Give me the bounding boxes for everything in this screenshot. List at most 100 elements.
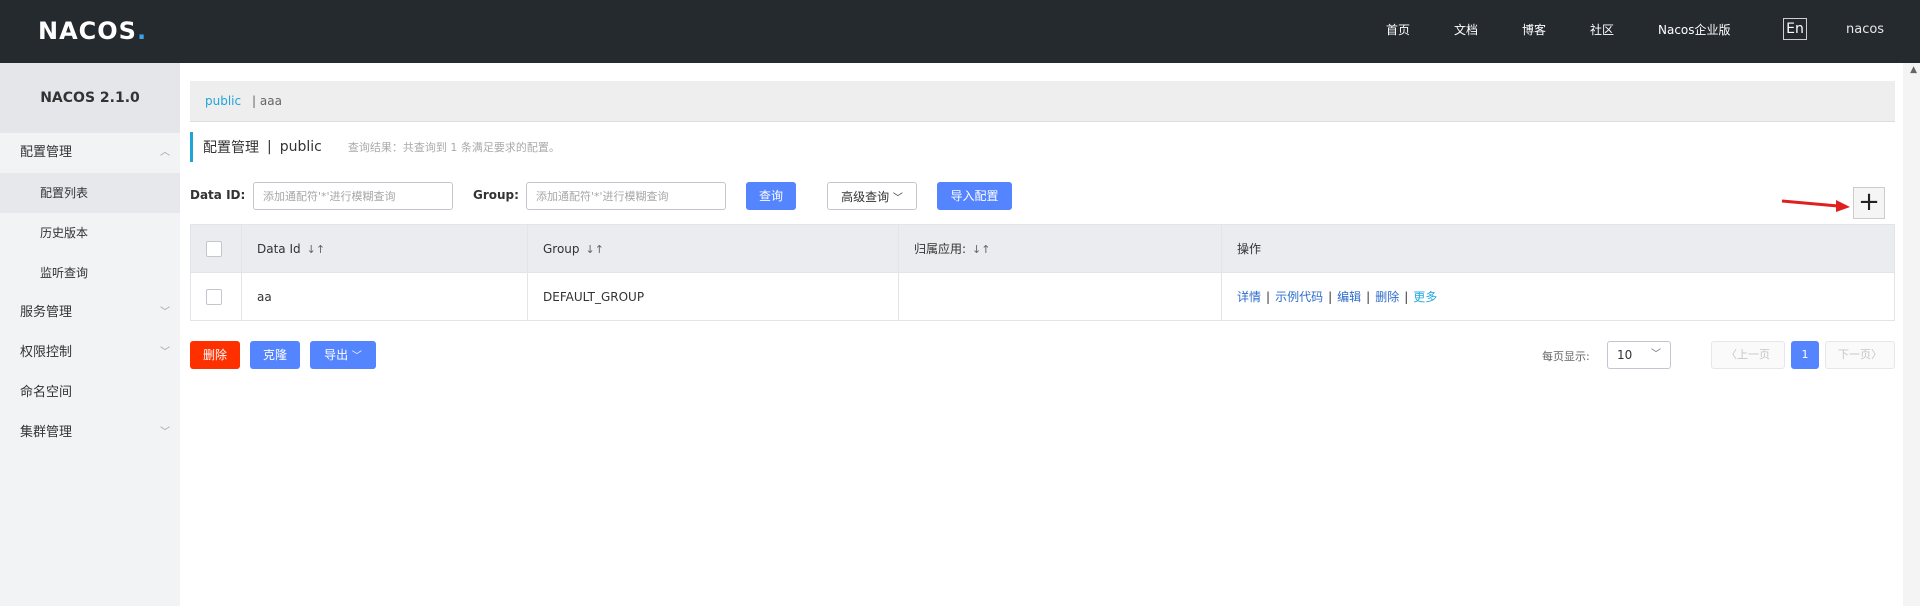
nav-home[interactable]: 首页 [1386,21,1410,38]
page-title: 配置管理 | public 查询结果：共查询到 1 条满足要求的配置。 [190,132,560,162]
page-title-text: 配置管理 [203,140,259,156]
page-size-label: 每页显示: [1542,350,1590,363]
sidebar-item-label: 集群管理 [20,425,73,440]
nav-community[interactable]: 社区 [1590,21,1614,38]
more-link[interactable]: 更多 [1413,290,1437,304]
chevron-down-icon: ﹀ [351,351,362,362]
sidebar-item-label: 配置列表 [40,186,89,200]
table-header-row: Data Id ↓↑ Group ↓↑ 归属应用: ↓↑ 操作 [190,224,1895,273]
chevron-down-icon: ﹀ [160,427,170,438]
next-page-button[interactable]: 下一页〉 [1825,341,1895,369]
nav-enterprise[interactable]: Nacos企业版 [1658,21,1731,38]
logo-text: NACOS [38,17,137,45]
logo-dot: . [136,17,148,45]
sidebar-item-history[interactable]: 历史版本 [0,213,180,253]
page-number-current[interactable]: 1 [1791,341,1819,369]
dataid-search-input[interactable] [253,182,453,210]
add-config-button[interactable]: + [1853,187,1885,219]
group-search-input[interactable] [526,182,726,210]
sidebar-version-title: NACOS 2.1.0 [0,63,180,133]
edit-link[interactable]: 编辑 [1337,290,1361,304]
column-label: Group [543,241,580,256]
nav-docs[interactable]: 文档 [1454,21,1478,38]
sidebar-item-service-management[interactable]: 服务管理 ﹀ [0,293,180,333]
sidebar: NACOS 2.1.0 配置管理 ︿ 配置列表 历史版本 监听查询 服务管理 ﹀… [0,63,180,606]
column-label: 归属应用: [914,242,967,256]
prev-page-label: 上一页 [1737,348,1770,361]
advanced-query-label: 高级查询 [841,190,890,204]
batch-delete-button[interactable]: 删除 [190,341,240,369]
nav-blog[interactable]: 博客 [1522,21,1546,38]
advanced-query-button[interactable]: 高级查询 ﹀ [827,182,917,210]
scroll-up-arrow-icon[interactable]: ▲ [1910,65,1917,75]
page-size-select[interactable]: 10 ﹀ [1607,341,1671,369]
next-page-label: 下一页 [1838,348,1871,361]
query-result-text: 查询结果：共查询到 1 条满足要求的配置。 [347,141,560,154]
column-header-app[interactable]: 归属应用: ↓↑ [898,224,1222,273]
column-header-dataid[interactable]: Data Id ↓↑ [241,224,528,273]
sidebar-item-listener-query[interactable]: 监听查询 [0,253,180,293]
sample-code-link[interactable]: 示例代码 [1275,290,1323,304]
cell-app [898,272,1222,321]
sidebar-item-label: 监听查询 [40,266,89,280]
column-label: Data Id [257,241,301,256]
dataid-label: Data ID: [190,188,246,202]
cell-dataid: aa [241,272,528,321]
config-table: Data Id ↓↑ Group ↓↑ 归属应用: ↓↑ 操作 aa DEFAULT_… [190,224,1895,321]
page-size-value: 10 [1617,348,1633,362]
sidebar-item-config-list[interactable]: 配置列表 [0,173,180,213]
sort-icon[interactable]: ↓↑ [972,243,990,256]
red-arrow-annotation [1781,199,1850,212]
top-navbar: NACOS. 首页 文档 博客 社区 Nacos企业版 En nacos [0,0,1920,63]
namespace-aaa[interactable]: | aaa [252,94,282,108]
table-row: aa DEFAULT_GROUP 详情 | 示例代码 | 编辑 | 删除 | 更多 [190,272,1895,321]
page-scrollbar[interactable] [1903,63,1920,606]
cell-operations: 详情 | 示例代码 | 编辑 | 删除 | 更多 [1221,272,1895,321]
cell-group: DEFAULT_GROUP [527,272,899,321]
chevron-down-icon: ﹀ [160,307,170,318]
sidebar-item-config-management[interactable]: 配置管理 ︿ [0,133,180,173]
column-label: 操作 [1237,242,1262,256]
page-title-namespace: public [279,139,322,155]
import-config-button[interactable]: 导入配置 [937,182,1012,210]
sidebar-item-cluster-management[interactable]: 集群管理 ﹀ [0,413,180,453]
namespace-bar: public | aaa [190,81,1895,122]
op-separator: | [1366,290,1371,304]
detail-link[interactable]: 详情 [1237,290,1261,304]
chevron-up-icon: ︿ [160,147,170,158]
row-select-cell [190,272,242,321]
sidebar-item-label: 历史版本 [40,226,89,240]
header-select-cell [190,224,242,273]
sidebar-item-access-control[interactable]: 权限控制 ﹀ [0,333,180,373]
chevron-down-icon: ﹀ [1651,349,1661,360]
batch-export-button[interactable]: 导出 ﹀ [310,341,376,369]
sidebar-item-namespace[interactable]: 命名空间 [0,373,180,413]
group-label: Group: [473,188,519,202]
sort-icon[interactable]: ↓↑ [586,243,604,256]
chevron-right-icon: 〉 [1871,348,1882,361]
sidebar-item-label: 权限控制 [20,345,73,360]
delete-link[interactable]: 删除 [1375,290,1399,304]
op-separator: | [1404,290,1409,304]
prev-page-button[interactable]: 〈上一页 [1711,341,1785,369]
language-switch-button[interactable]: En [1783,18,1807,40]
op-separator: | [1328,290,1333,304]
user-menu[interactable]: nacos [1846,22,1884,37]
sidebar-item-label: 命名空间 [20,385,73,400]
sort-icon[interactable]: ↓↑ [307,243,325,256]
export-label: 导出 [324,348,349,362]
chevron-down-icon: ﹀ [892,193,903,204]
sidebar-item-label: 配置管理 [20,145,73,160]
select-all-checkbox[interactable] [206,240,222,257]
column-header-group[interactable]: Group ↓↑ [527,224,899,273]
query-button[interactable]: 查询 [746,182,796,210]
row-checkbox[interactable] [206,288,222,305]
title-separator: | [267,139,272,155]
op-separator: | [1266,290,1271,304]
chevron-left-icon: 〈 [1726,348,1737,361]
column-header-operations: 操作 [1221,224,1895,273]
nacos-logo[interactable]: NACOS. [38,14,147,48]
batch-clone-button[interactable]: 克隆 [250,341,300,369]
namespace-public[interactable]: public [205,94,241,108]
chevron-down-icon: ﹀ [160,347,170,358]
